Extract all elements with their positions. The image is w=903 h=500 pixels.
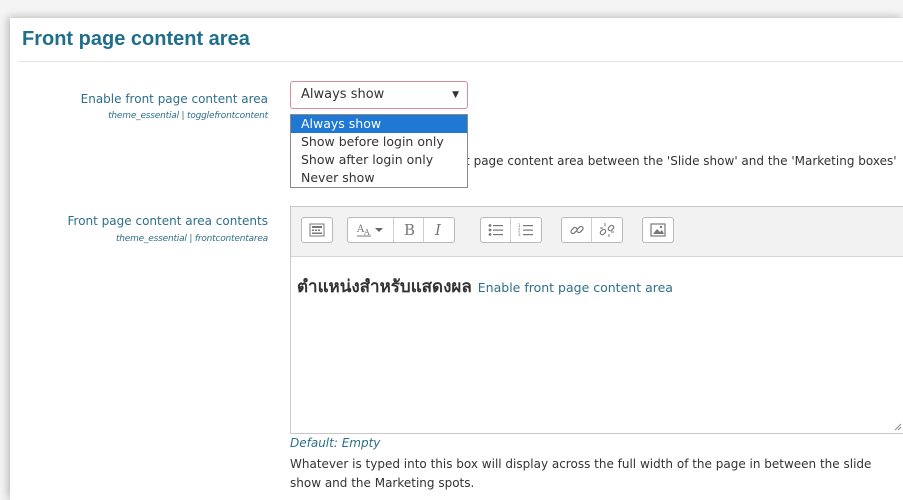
toggle-setting-sublabel: theme_essential | togglefrontcontent — [108, 111, 268, 121]
dropdown-option-always-show[interactable]: Always show — [291, 115, 467, 133]
link-icon[interactable] — [562, 218, 592, 242]
editor-content-english: Enable front page content area — [477, 280, 673, 295]
dropdown-option-after-login[interactable]: Show after login only — [291, 151, 467, 169]
ordered-list-icon[interactable]: 123 — [511, 218, 541, 242]
content-help-text: Whatever is typed into this box will dis… — [290, 457, 872, 490]
editor-content-thai: ตำแหน่งสำหรับแสดงผล — [297, 277, 472, 297]
font-style-icon[interactable]: AA — [348, 218, 394, 242]
content-default-note: Default: Empty — [290, 436, 381, 450]
front-content-toggle-select[interactable]: Always show ▼ — [290, 81, 468, 109]
unlink-icon[interactable] — [592, 218, 622, 242]
toolbar-group-links — [561, 217, 623, 243]
svg-text:3: 3 — [518, 232, 521, 237]
content-setting-sublabel: theme_essential | frontcontentarea — [115, 234, 268, 244]
toolbar-group-more — [301, 217, 333, 243]
bold-icon[interactable]: B — [394, 218, 424, 242]
title-divider — [18, 61, 903, 62]
editor-content-area[interactable]: ตำแหน่งสำหรับแสดงผล Enable front page con… — [291, 257, 903, 316]
select-value: Always show — [301, 87, 385, 102]
resize-handle-icon[interactable] — [894, 423, 902, 431]
content-editor: AA B I 123 ตำแหน่งสำหรับแสดงผล Enable fr… — [290, 206, 903, 434]
editor-toolbar: AA B I 123 — [291, 207, 903, 257]
toolbar-group-text: AA B I — [347, 217, 455, 243]
toggle-setting-label: Enable front page content area — [80, 92, 268, 106]
section-title: Front page content area — [22, 28, 250, 50]
toggle-dropdown-list: Always show Show before login only Show … — [290, 114, 468, 188]
toolbar-group-lists: 123 — [480, 217, 542, 243]
image-icon[interactable] — [643, 218, 673, 242]
dropdown-option-never-show[interactable]: Never show — [291, 169, 467, 187]
unordered-list-icon[interactable] — [481, 218, 511, 242]
chevron-down-icon: ▼ — [452, 90, 459, 100]
svg-text:I: I — [434, 222, 442, 238]
content-setting-label: Front page content area contents — [67, 214, 268, 228]
dropdown-option-before-login[interactable]: Show before login only — [291, 133, 467, 151]
toolbar-group-media — [642, 217, 674, 243]
svg-text:B: B — [404, 222, 415, 238]
italic-icon[interactable]: I — [424, 218, 454, 242]
show-more-buttons-icon[interactable] — [302, 218, 332, 242]
settings-panel: Front page content area Enable front pag… — [10, 18, 903, 500]
